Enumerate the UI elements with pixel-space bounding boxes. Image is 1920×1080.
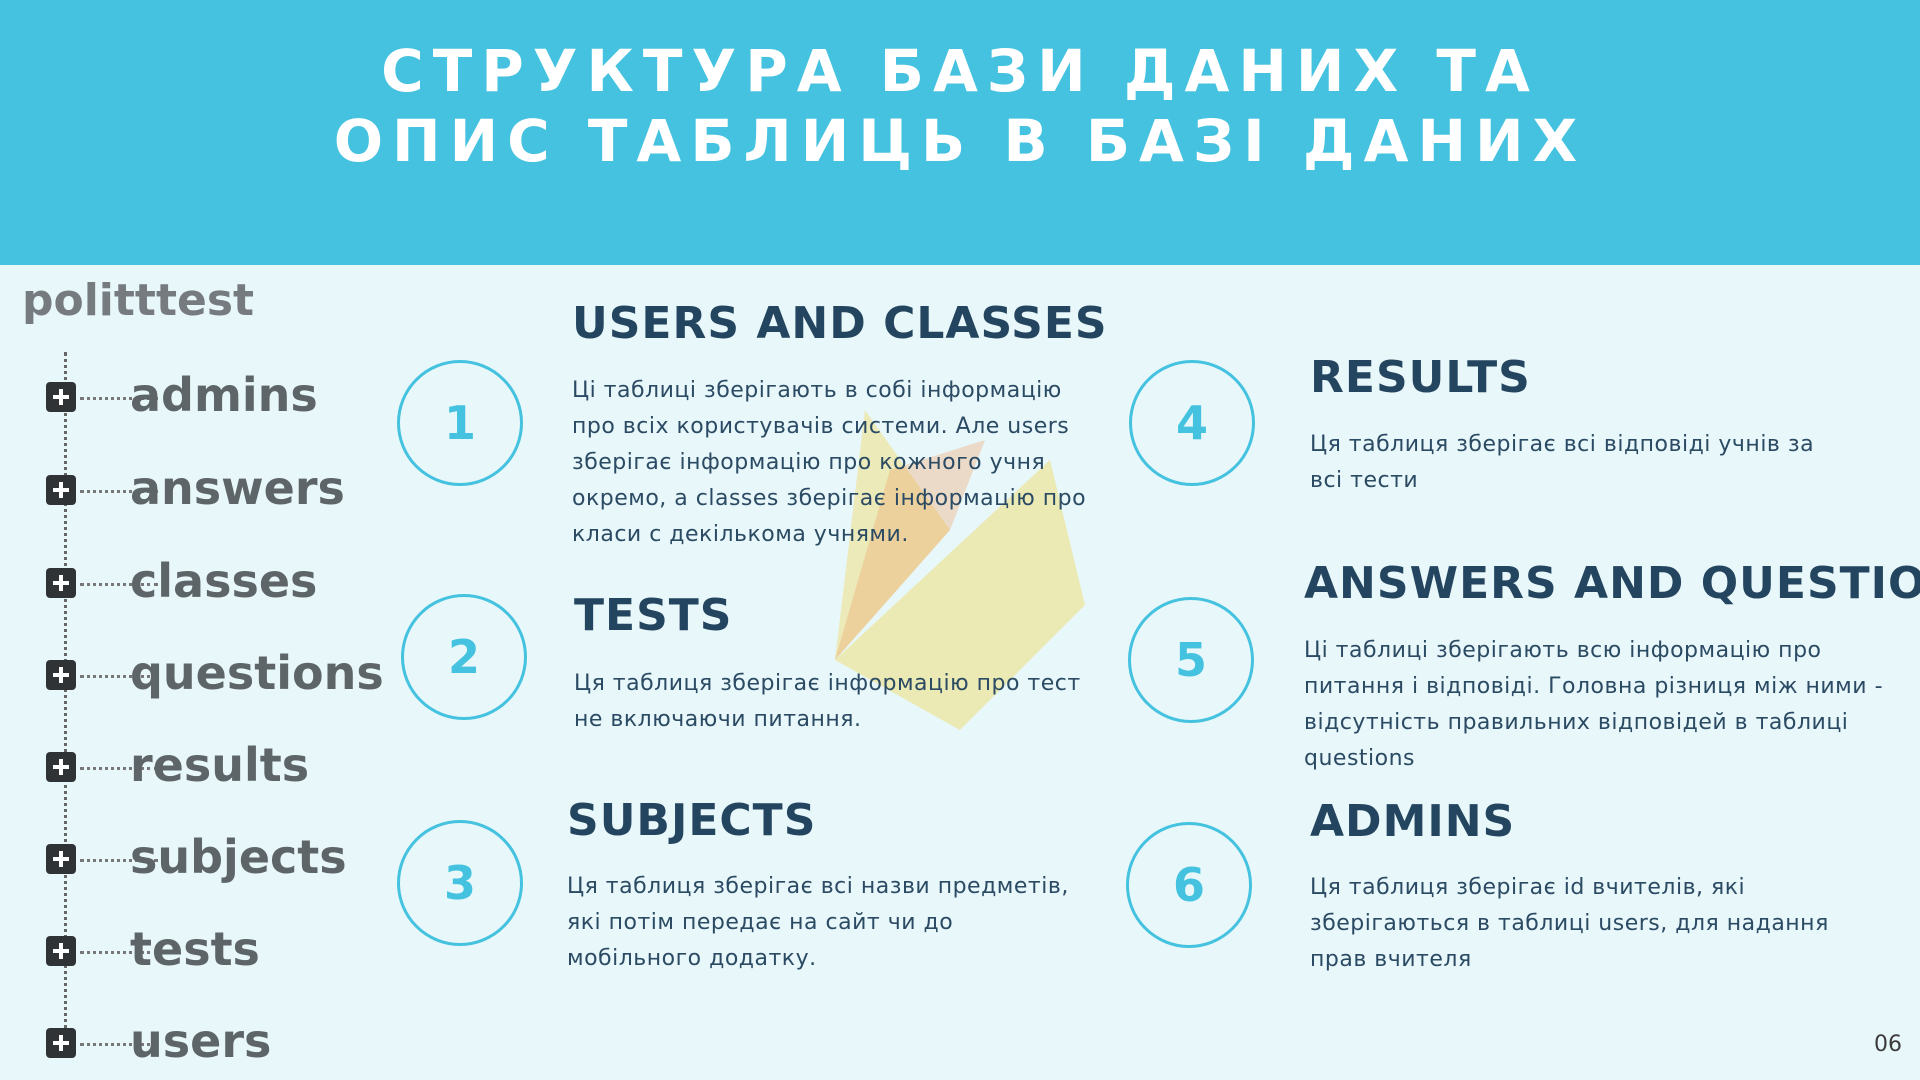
expand-icon[interactable] (46, 568, 76, 598)
tree-item-label: tests (130, 922, 260, 976)
section-title-tests: TESTS (574, 590, 733, 641)
expand-icon[interactable] (46, 752, 76, 782)
expand-icon[interactable] (46, 1028, 76, 1058)
header-banner: СТРУКТУРА БАЗИ ДАНИХ ТА ОПИС ТАБЛИЦЬ В Б… (0, 0, 1920, 265)
section-number-4: 4 (1129, 360, 1255, 486)
section-text-tests: Ця таблиця зберігає інформацію про тест … (574, 671, 1081, 732)
section-title-users-classes: USERS AND CLASSES (572, 298, 1108, 349)
section-title-subjects: SUBJECTS (567, 795, 817, 846)
expand-icon[interactable] (46, 660, 76, 690)
section-text-results: Ця таблиця зберігає всі відповіді учнів … (1310, 432, 1815, 493)
section-number-5: 5 (1128, 597, 1254, 723)
section-title-answers-questions: ANSWERS AND QUESTIONS (1304, 558, 1920, 609)
page-title-line-2: ОПИС ТАБЛИЦЬ В БАЗІ ДАНИХ (333, 107, 1587, 175)
section-number-1: 1 (397, 360, 523, 486)
page-number: 06 (1874, 1032, 1902, 1057)
database-name: politttest (22, 275, 255, 326)
expand-icon[interactable] (46, 936, 76, 966)
section-text-answers-questions: Ці таблиці зберігають всю інформацію про… (1304, 638, 1884, 771)
section-number-3: 3 (397, 820, 523, 946)
tree-item-label: subjects (130, 830, 347, 884)
section-text-users-classes: Ці таблиці зберігають в собі інформацію … (572, 378, 1087, 547)
section-number-2: 2 (401, 594, 527, 720)
expand-icon[interactable] (46, 382, 76, 412)
page-title-line-1: СТРУКТУРА БАЗИ ДАНИХ ТА (381, 37, 1539, 105)
section-text-subjects: Ця таблиця зберігає всі назви предметів,… (567, 874, 1069, 971)
expand-icon[interactable] (46, 475, 76, 505)
section-title-admins: ADMINS (1310, 796, 1516, 847)
tree-item-label: questions (130, 646, 384, 700)
tree-item-label: admins (130, 368, 318, 422)
expand-icon[interactable] (46, 844, 76, 874)
section-title-results: RESULTS (1310, 352, 1531, 403)
tree-item-label: results (130, 738, 310, 792)
section-number-6: 6 (1126, 822, 1252, 948)
tree-item-label: answers (130, 461, 345, 515)
section-text-admins: Ця таблиця зберігає id вчителів, які збе… (1310, 875, 1829, 972)
tree-item-label: classes (130, 554, 318, 608)
tree-item-label: users (130, 1014, 272, 1068)
